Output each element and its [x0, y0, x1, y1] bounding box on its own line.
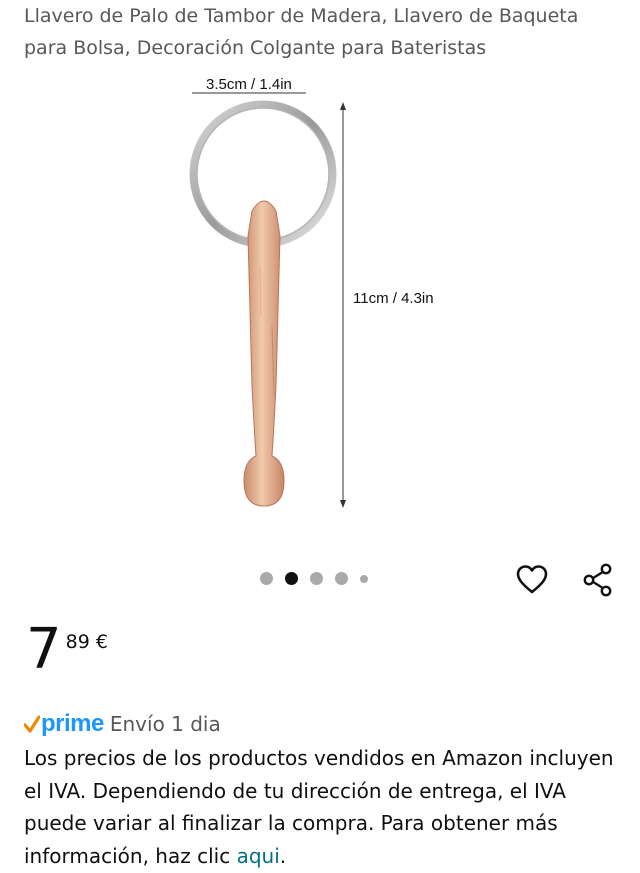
product-image[interactable]	[180, 66, 480, 536]
vat-note-end: .	[279, 843, 287, 868]
prime-badge[interactable]: prime Envío 1 dia	[24, 710, 221, 738]
carousel-dot-active[interactable]	[285, 572, 298, 585]
vat-note: Los precios de los productos vendidos en…	[24, 742, 624, 872]
width-dimension-label: 3.5cm / 1.4in	[206, 76, 292, 93]
carousel-dot[interactable]	[335, 572, 348, 585]
heart-icon	[516, 565, 548, 594]
favorite-button[interactable]	[514, 562, 550, 598]
price: 7 89 €	[26, 618, 108, 682]
height-dimension-label: 11cm / 4.3in	[353, 290, 434, 307]
price-cents: 89	[65, 631, 90, 653]
price-fraction: 89 €	[66, 632, 108, 652]
image-carousel-dots	[260, 572, 368, 585]
price-whole: 7	[26, 617, 62, 682]
carousel-dot[interactable]	[360, 574, 368, 583]
prime-delivery-text: Envío 1 dia	[109, 712, 221, 736]
more-info-link[interactable]: aqui	[237, 844, 280, 868]
share-icon	[583, 563, 612, 597]
product-title: Llavero de Palo de Tambor de Madera, Lla…	[24, 5, 579, 59]
prime-logo: prime	[41, 710, 104, 737]
prime-check-icon	[24, 715, 40, 733]
price-currency: €	[95, 631, 108, 653]
vat-note-text: Los precios de los productos vendidos en…	[24, 746, 614, 868]
carousel-dot[interactable]	[260, 572, 273, 585]
carousel-dot[interactable]	[310, 572, 323, 585]
share-button[interactable]	[580, 562, 616, 598]
